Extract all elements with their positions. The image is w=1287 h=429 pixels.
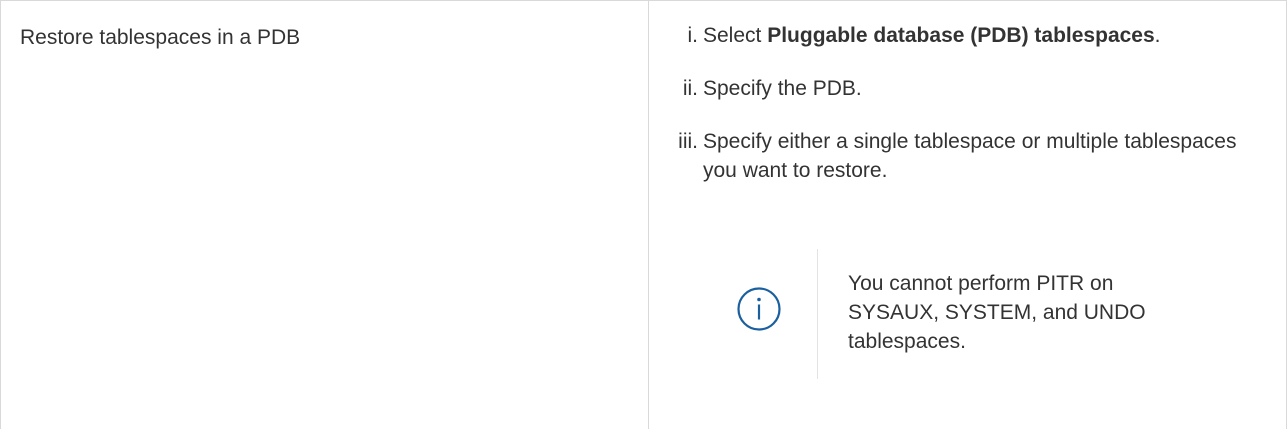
step-number: ii. — [682, 77, 698, 100]
step-number: i. — [687, 24, 699, 47]
step-item: i. Select Pluggable database (PDB) table… — [666, 21, 1266, 50]
step-text-after: . — [1154, 24, 1161, 47]
step-item: iii. Specify either a single tablespace … — [666, 127, 1266, 185]
step-item: ii. Specify the PDB. — [666, 74, 1266, 103]
info-icon — [736, 286, 782, 332]
note-admonition: You cannot perform PITR on SYSAUX, SYSTE… — [703, 249, 1223, 379]
option-cell: Restore tablespaces in a PDB — [20, 26, 301, 49]
steps-list: i. Select Pluggable database (PDB) table… — [666, 21, 1266, 185]
step-text: Specify the PDB. — [703, 77, 862, 100]
note-divider — [817, 249, 818, 379]
step-bold-text: Pluggable database (PDB) tablespaces — [767, 24, 1155, 47]
step-text-before: Select — [703, 24, 768, 47]
step-text: Specify either a single tablespace or mu… — [703, 130, 1237, 182]
table-border-left — [0, 1, 1, 429]
step-number: iii. — [678, 130, 698, 153]
table-column-divider — [648, 1, 649, 429]
note-text: You cannot perform PITR on SYSAUX, SYSTE… — [848, 272, 1146, 353]
restore-options-table: Restore tablespaces in a PDB i. Select P… — [0, 0, 1287, 429]
